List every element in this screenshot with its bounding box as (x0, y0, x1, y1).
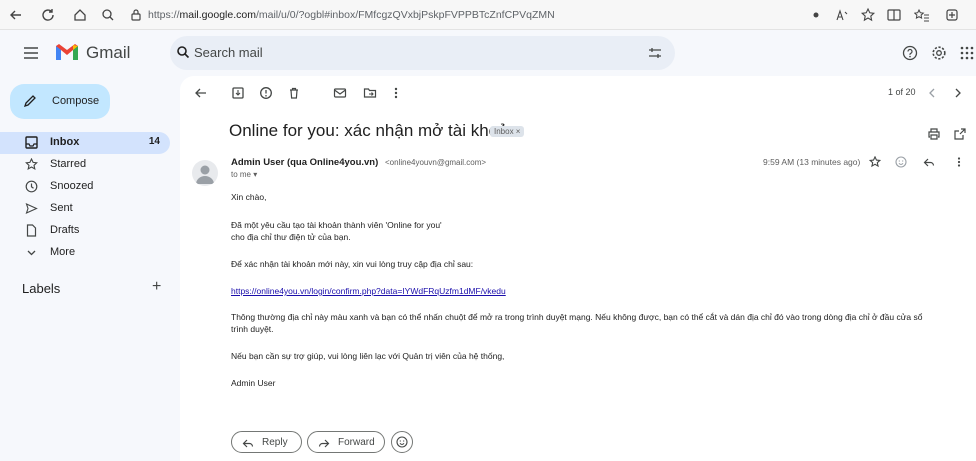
forward-label: Forward (338, 437, 375, 448)
sidebar-item-label: More (50, 246, 76, 258)
star-outline-icon[interactable] (860, 7, 876, 23)
email-body-text: trình duyệt. (231, 324, 274, 334)
sidebar-item-label: Snoozed (50, 180, 94, 192)
forward-icon (318, 437, 330, 449)
search-input[interactable]: Search mail (194, 45, 263, 60)
sidebar-item-starred[interactable]: Starred (0, 154, 170, 176)
email-body-text: Nếu bạn cần sự trợ giúp, vui lòng liên l… (231, 351, 505, 361)
move-to-icon[interactable] (363, 86, 377, 100)
more-vertical-icon[interactable] (393, 86, 399, 100)
chevron-left-icon[interactable] (927, 86, 937, 100)
star-icon (25, 158, 38, 171)
sidebar-item-snoozed[interactable]: Snoozed (0, 176, 170, 198)
clock-icon (25, 180, 38, 193)
email-body-greeting: Xin chào, (231, 192, 267, 202)
chevron-down-icon (25, 246, 38, 259)
split-screen-icon[interactable] (886, 7, 902, 23)
send-icon (25, 202, 38, 215)
read-aloud-icon[interactable] (834, 7, 850, 23)
mark-unread-icon[interactable] (333, 86, 347, 100)
compose-button[interactable]: Compose (10, 84, 110, 119)
emoji-reaction-button[interactable] (391, 431, 413, 453)
compose-label: Compose (52, 95, 100, 107)
gmail-brand-text: Gmail (86, 43, 131, 62)
delete-icon[interactable] (287, 86, 301, 100)
print-icon[interactable] (927, 127, 941, 141)
reply-icon[interactable] (923, 156, 935, 168)
pencil-icon (23, 94, 37, 108)
inbox-icon (25, 136, 38, 149)
address-bar[interactable]: https://mail.google.com/mail/u/0/?ogbl#i… (148, 4, 788, 26)
back-arrow-icon[interactable] (194, 86, 208, 100)
url-prefix: https:// (148, 9, 180, 21)
settings-icon[interactable] (931, 45, 947, 61)
gmail-logo-icon[interactable] (54, 42, 80, 62)
open-new-window-icon[interactable] (953, 127, 967, 141)
reply-label: Reply (262, 437, 288, 448)
search-bar[interactable]: Search mail (170, 36, 675, 70)
email-body-text: cho địa chỉ thư điện tử của bạn. (231, 232, 351, 242)
report-spam-icon[interactable] (259, 86, 273, 100)
sender-name[interactable]: Admin User (qua Online4you.vn) (231, 157, 378, 168)
lock-icon[interactable] (128, 7, 144, 23)
reply-icon (242, 437, 254, 449)
sidebar-item-label: Sent (50, 202, 73, 214)
draft-icon (25, 224, 38, 237)
email-body-text: Để xác nhận tài khoản mới này, xin vui l… (231, 259, 474, 269)
sidebar-item-inbox[interactable]: Inbox 14 (0, 132, 170, 154)
email-body-text: Đã một yêu cầu tạo tài khoản thành viên … (231, 220, 442, 230)
avatar[interactable] (192, 160, 218, 186)
search-icon[interactable] (176, 45, 190, 59)
reply-button[interactable]: Reply (231, 431, 302, 453)
refresh-icon[interactable] (40, 7, 56, 23)
create-label-button[interactable]: + (152, 278, 161, 296)
sidebar-item-label: Drafts (50, 224, 80, 236)
main-menu-icon[interactable] (22, 45, 40, 61)
confirmation-link[interactable]: https://online4you.vn/login/confirm.php?… (231, 286, 506, 296)
sidebar-item-label: Inbox (50, 136, 80, 148)
collections-icon[interactable] (944, 7, 960, 23)
email-timestamp: 9:59 AM (13 minutes ago) (763, 157, 861, 167)
sender-email: <online4youvn@gmail.com> (385, 158, 487, 167)
apps-grid-icon[interactable] (960, 46, 974, 60)
star-icon[interactable] (869, 156, 881, 168)
search-options-icon[interactable] (648, 46, 662, 60)
email-subject: Online for you: xác nhận mở tài khoản (229, 121, 518, 140)
more-vertical-icon[interactable] (956, 156, 962, 168)
sidebar-item-more[interactable]: More (0, 242, 170, 264)
search-icon[interactable] (100, 7, 116, 23)
email-body-text: Thông thường địa chỉ này màu xanh và bạn… (231, 312, 923, 322)
url-domain: mail.google.com (179, 9, 256, 21)
label-chip[interactable]: Inbox × (490, 126, 525, 137)
forward-button[interactable]: Forward (307, 431, 385, 453)
url-path: /mail/u/0/?ogbl#inbox/FMfcgzQVxbjPskpFVP… (255, 9, 555, 21)
eye-icon[interactable] (808, 7, 824, 23)
labels-heading: Labels (22, 281, 61, 296)
help-icon[interactable] (902, 45, 918, 61)
back-arrow-icon[interactable] (8, 7, 24, 23)
chevron-right-icon[interactable] (953, 86, 963, 100)
sidebar-item-sent[interactable]: Sent (0, 198, 170, 220)
browser-toolbar: https://mail.google.com/mail/u/0/?ogbl#i… (0, 0, 976, 30)
pagination-text: 1 of 20 (888, 87, 916, 97)
emoji-icon (396, 436, 408, 448)
home-icon[interactable] (72, 7, 88, 23)
recipient-details-toggle[interactable]: to me ▾ (231, 170, 257, 179)
sidebar-item-drafts[interactable]: Drafts (0, 220, 170, 242)
favorites-icon[interactable] (914, 7, 930, 23)
sidebar-item-label: Starred (50, 158, 87, 170)
unread-count: 14 (148, 136, 160, 147)
email-signature: Admin User (231, 378, 276, 388)
emoji-reaction-icon[interactable] (895, 156, 907, 168)
archive-icon[interactable] (231, 86, 245, 100)
